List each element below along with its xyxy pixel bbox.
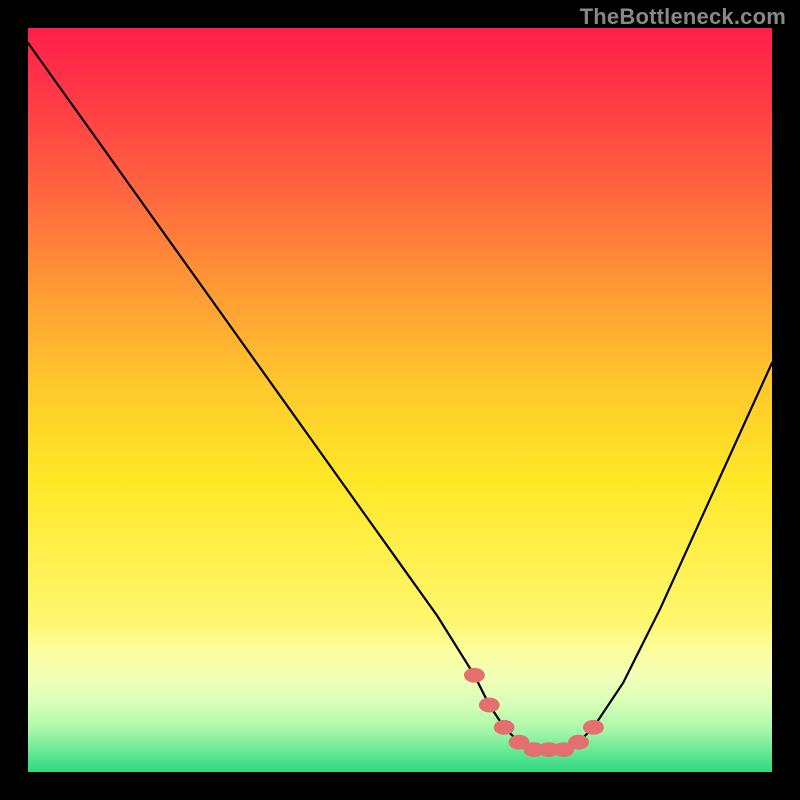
- optimal-markers: [464, 668, 604, 757]
- optimal-marker: [568, 735, 589, 750]
- chart-frame: TheBottleneck.com: [0, 0, 800, 800]
- plot-area: [28, 28, 772, 772]
- optimal-marker: [464, 668, 485, 683]
- curve-layer: [28, 28, 772, 772]
- optimal-marker: [479, 698, 500, 713]
- optimal-marker: [494, 720, 515, 735]
- optimal-marker: [583, 720, 604, 735]
- bottleneck-curve: [28, 43, 772, 750]
- watermark-text: TheBottleneck.com: [580, 4, 786, 30]
